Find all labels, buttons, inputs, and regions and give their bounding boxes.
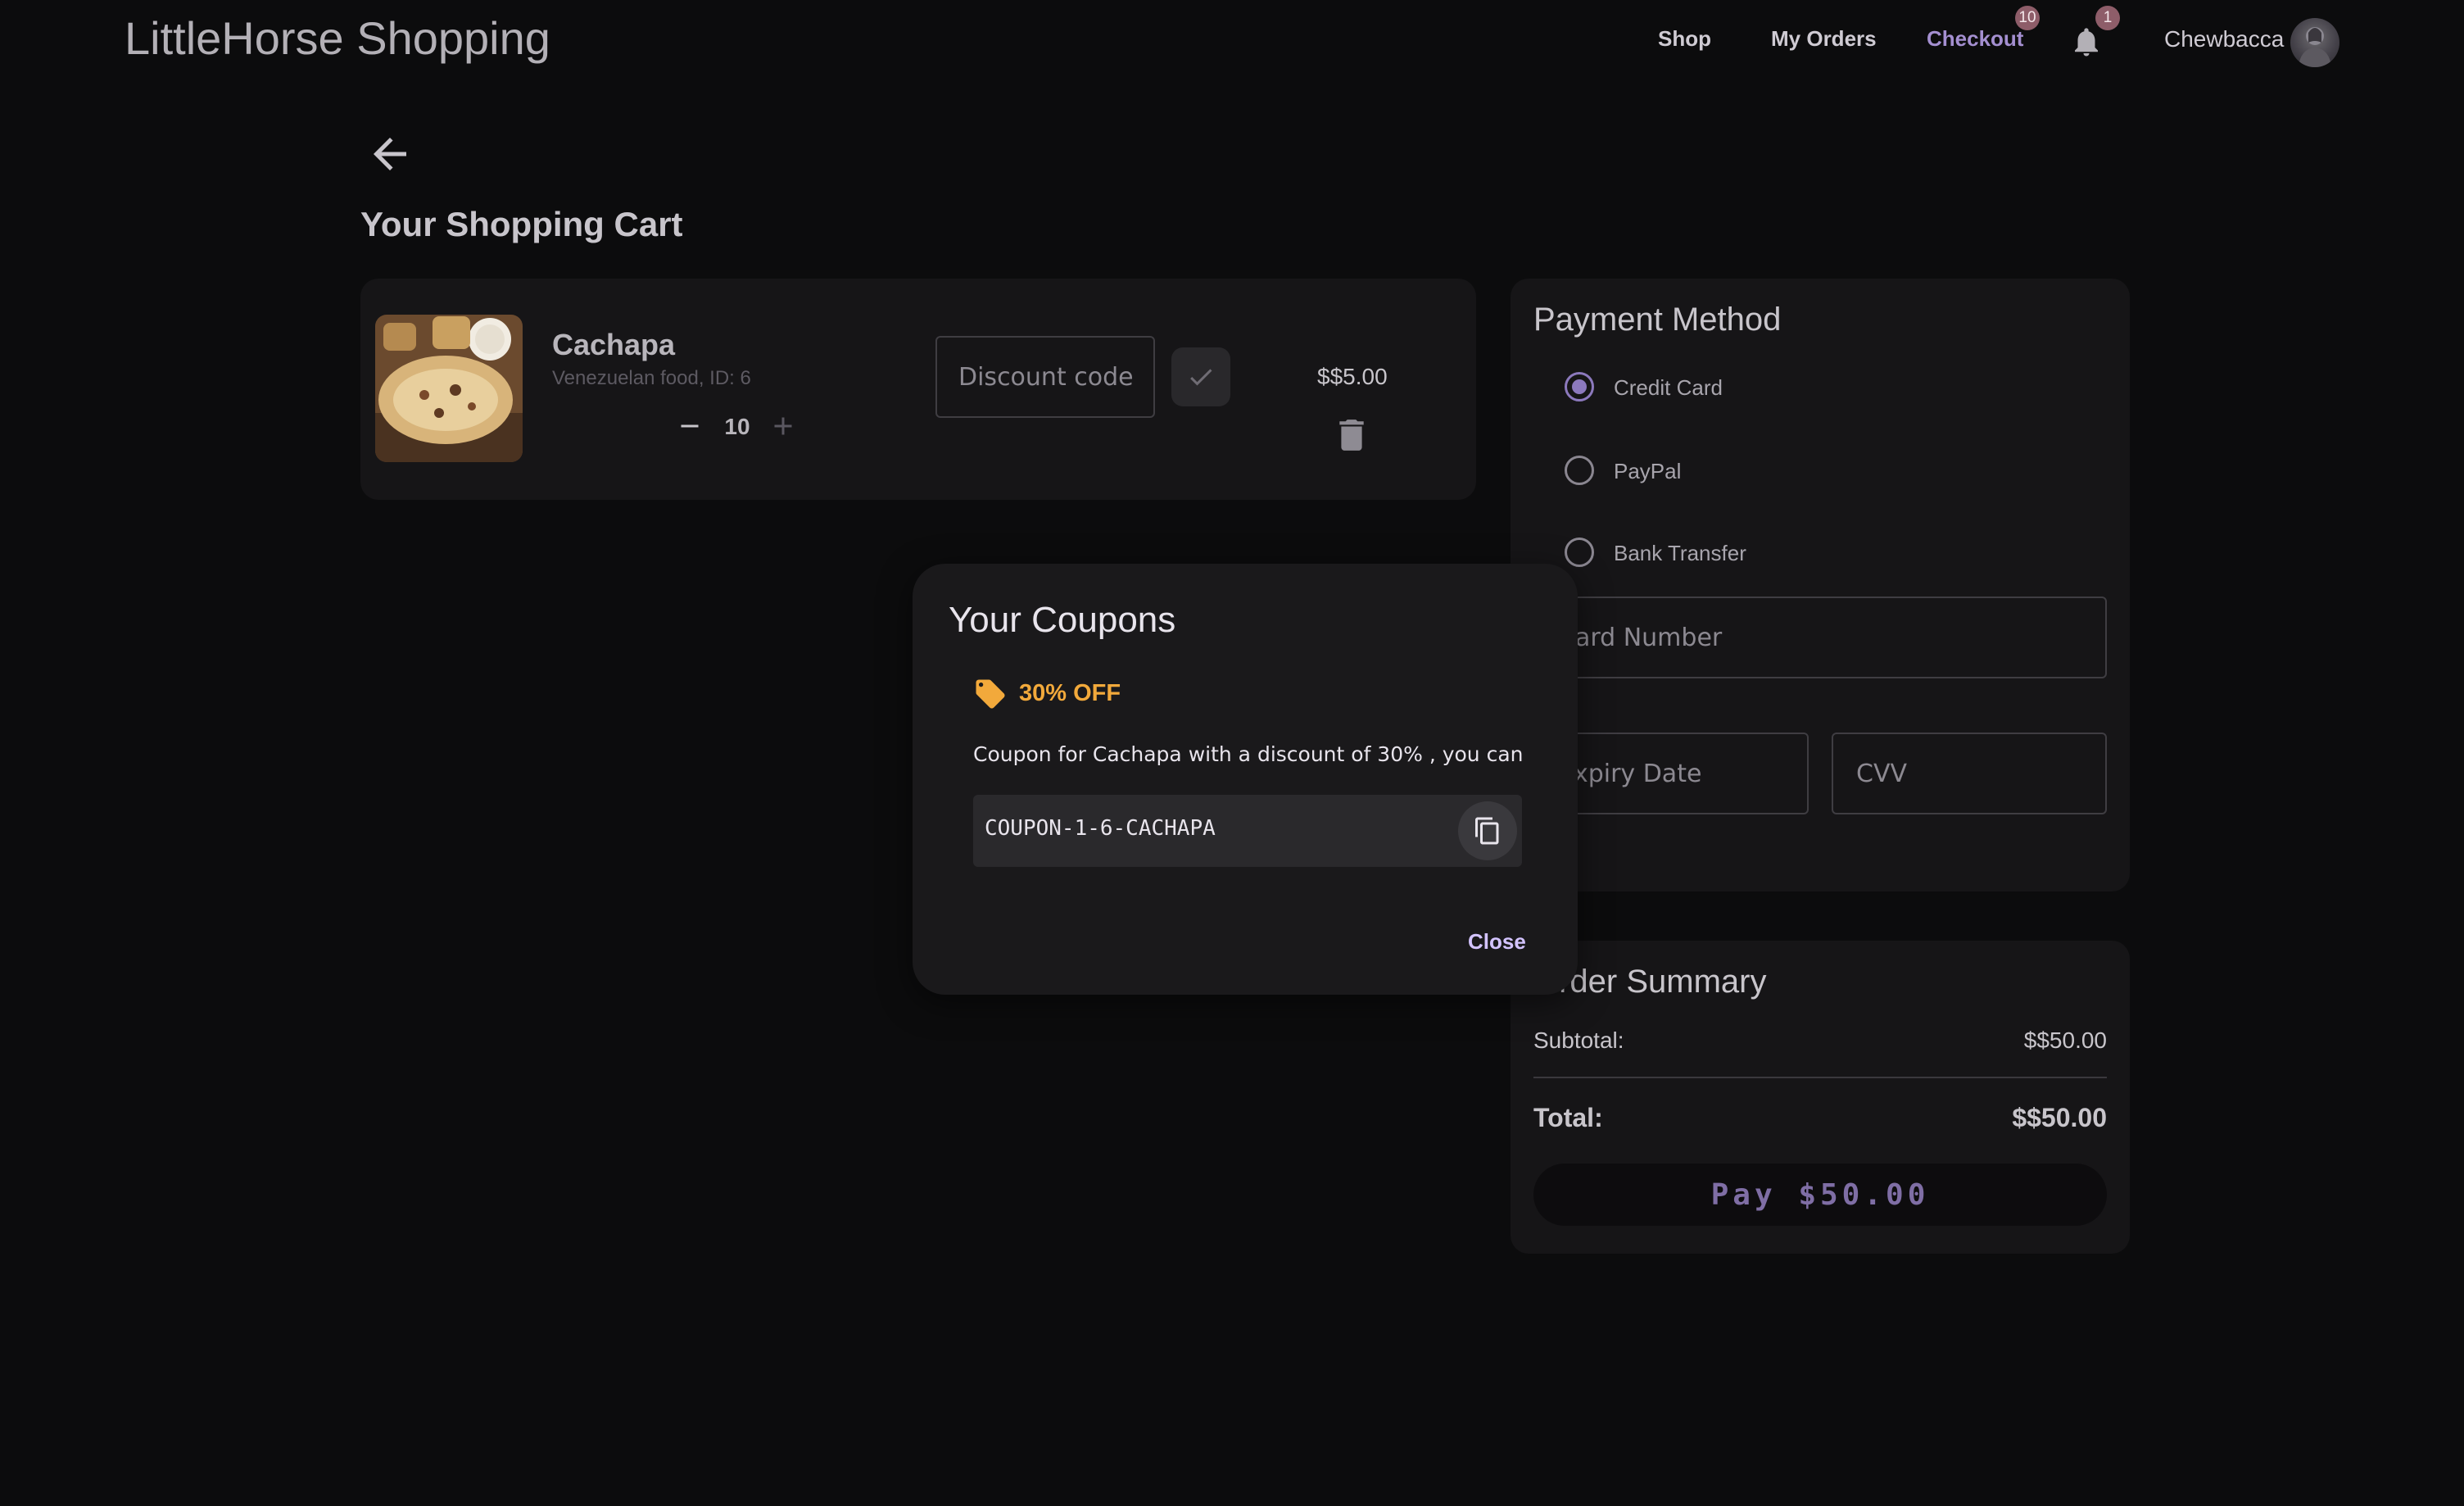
radio-bank-transfer[interactable] <box>1565 538 1594 567</box>
item-price: $$5.00 <box>1317 364 1388 389</box>
cart-item-card <box>360 279 1476 500</box>
total-label: Total: <box>1533 1103 1603 1132</box>
product-subtitle: Venezuelan food, ID: 6 <box>552 367 751 389</box>
cvv-input[interactable] <box>1832 733 2107 814</box>
label-bank-transfer[interactable]: Bank Transfer <box>1614 541 1746 566</box>
discount-code-input[interactable] <box>935 336 1155 418</box>
coupons-dialog: Your Coupons 30% OFF Coupon for Cachapa … <box>913 564 1578 995</box>
brand-title[interactable]: LittleHorse Shopping <box>125 11 550 65</box>
apply-discount-button[interactable] <box>1171 347 1230 406</box>
notification-badge: 1 <box>2095 6 2120 30</box>
coupon-code-box: COUPON-1-6-CACHAPA <box>973 795 1522 867</box>
summary-divider <box>1533 1077 2107 1078</box>
product-name: Cachapa <box>552 328 676 361</box>
quantity-value: 10 <box>724 414 750 439</box>
label-credit-card[interactable]: Credit Card <box>1614 375 1723 401</box>
subtotal-label: Subtotal: <box>1533 1027 1624 1053</box>
close-button[interactable]: Close <box>1468 929 1526 955</box>
tag-icon <box>973 677 1008 711</box>
coupon-discount-title: 30% OFF <box>1019 680 1121 706</box>
radio-paypal[interactable] <box>1565 456 1594 485</box>
coupon-description: Coupon for Cachapa with a discount of 30… <box>973 742 1522 766</box>
avatar[interactable] <box>2290 18 2339 67</box>
nav-shop[interactable]: Shop <box>1658 26 1711 52</box>
label-paypal[interactable]: PayPal <box>1614 459 1681 484</box>
checkout-badge: 10 <box>2015 6 2040 30</box>
page-title: Your Shopping Cart <box>360 205 683 243</box>
increase-quantity-button[interactable] <box>768 411 798 441</box>
radio-credit-card[interactable] <box>1565 372 1594 401</box>
bell-icon[interactable] <box>2069 25 2104 59</box>
nav-my-orders[interactable]: My Orders <box>1771 26 1877 52</box>
product-image <box>375 315 523 462</box>
copy-code-button[interactable] <box>1458 801 1517 860</box>
subtotal-value: $$50.00 <box>2023 1027 2107 1053</box>
pay-button[interactable]: Pay $50.00 <box>1533 1164 2107 1226</box>
trash-icon[interactable] <box>1337 418 1366 452</box>
nav-checkout[interactable]: Checkout <box>1927 26 2023 52</box>
card-number-input[interactable] <box>1533 597 2107 678</box>
back-arrow-icon[interactable] <box>365 129 414 179</box>
payment-method-title: Payment Method <box>1533 302 1782 338</box>
coupon-code[interactable]: COUPON-1-6-CACHAPA <box>985 816 1216 841</box>
user-name[interactable]: Chewbacca <box>2164 26 2284 52</box>
total-value: $$50.00 <box>2012 1103 2107 1132</box>
decrease-quantity-button[interactable] <box>675 411 704 441</box>
dialog-title: Your Coupons <box>949 600 1176 640</box>
